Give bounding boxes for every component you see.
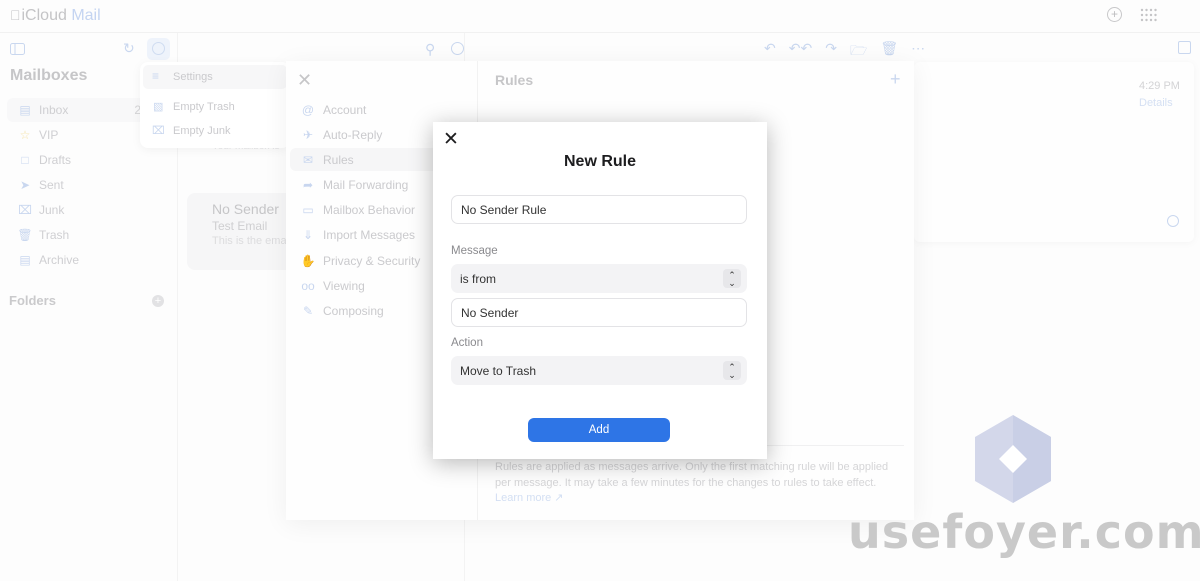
trash-icon: ▧: [153, 101, 164, 113]
filter-icon[interactable]: [451, 42, 464, 55]
add-rule-icon[interactable]: +: [890, 69, 901, 90]
popover-item-label: Empty Trash: [173, 101, 235, 113]
popover-item-label: Empty Junk: [173, 125, 231, 137]
settings-nav-label: Mailbox Behavior: [323, 202, 416, 217]
apple-icon: : [10, 7, 21, 23]
settings-nav-account[interactable]: @ Account: [290, 98, 474, 121]
compose-icon: ✎: [302, 303, 314, 318]
more-icon[interactable]: [1167, 215, 1179, 227]
settings-nav-label: Viewing: [323, 278, 365, 293]
dialog-title: New Rule: [563, 153, 636, 170]
app-logo: iCloud Mail: [10, 7, 101, 25]
inbox-icon: ▤: [19, 103, 31, 117]
sidebar-item-label: Inbox: [39, 103, 69, 117]
message-subject: Test Email: [212, 219, 268, 233]
condition-target-input[interactable]: No Sender: [451, 298, 747, 327]
hand-icon: ✋: [300, 253, 316, 268]
sidebar-item-label: VIP: [39, 128, 59, 142]
sidebar-item-drafts[interactable]: □ Drafts: [7, 148, 167, 172]
watermark-text: usefoyer.com: [848, 505, 1200, 559]
settings-nav-label: Import Messages: [323, 227, 416, 242]
paper-plane-icon: ➤: [19, 178, 31, 192]
settings-nav-label: Composing: [323, 303, 384, 318]
trash-icon: 🗑: [17, 228, 33, 242]
brand-suffix: Mail: [60, 7, 100, 24]
settings-nav-label: Rules: [323, 152, 354, 167]
condition-target-value: No Sender: [461, 305, 519, 320]
popover-item-label: Settings: [173, 71, 213, 83]
action-select[interactable]: Move to Trash ⌃ ⌄: [451, 356, 747, 385]
popover-item-empty-trash[interactable]: ▧ Empty Trash: [143, 98, 287, 118]
list-icon: ≡: [152, 69, 160, 83]
top-bar: iCloud Mail +: [0, 0, 1200, 33]
details-link[interactable]: Details: [1139, 97, 1173, 109]
sidebar-toggle-icon[interactable]: [10, 43, 25, 55]
plane-icon: ✈: [302, 127, 314, 142]
folder-icon: ▭: [302, 202, 314, 217]
learn-more-link[interactable]: Learn more ↗: [495, 491, 564, 504]
brand-prefix: iCloud: [11, 7, 67, 24]
add-folder-icon[interactable]: +: [152, 295, 164, 307]
compose-icon[interactable]: [1178, 41, 1191, 54]
action-label: Action: [451, 337, 483, 349]
action-value: Move to Trash: [460, 363, 537, 378]
settings-close-icon[interactable]: ✕: [297, 70, 312, 91]
gear-icon: [152, 42, 165, 55]
message-time: 4:29 PM: [1139, 80, 1180, 92]
settings-nav-label: Mail Forwarding: [323, 177, 409, 192]
rules-icon: ✉: [302, 152, 314, 167]
refresh-icon[interactable]: ↻: [123, 40, 135, 57]
chevron-up-down-icon: ⌃ ⌄: [723, 361, 741, 380]
add-button[interactable]: Add: [528, 418, 670, 442]
rule-name-input[interactable]: No Sender Rule: [451, 195, 747, 224]
import-icon: ⇓: [302, 227, 314, 242]
document-icon: □: [21, 153, 29, 167]
forward-icon: ➦: [302, 177, 314, 192]
settings-button[interactable]: [147, 38, 170, 60]
message-sender: No Sender: [212, 201, 279, 217]
reader-message-card: 4:29 PM Details: [914, 62, 1194, 242]
app-grid-icon[interactable]: [1140, 8, 1157, 22]
sidebar-item-trash[interactable]: 🗑 Trash: [7, 223, 167, 247]
search-icon[interactable]: ⚲: [425, 41, 435, 58]
watermark-logo-icon: [975, 415, 1051, 503]
popover-item-settings[interactable]: ≡ Settings: [143, 65, 287, 89]
folders-title: Folders: [9, 293, 56, 308]
sidebar-item-junk[interactable]: ⌧ Junk: [7, 198, 167, 222]
close-icon[interactable]: ✕: [442, 130, 460, 149]
star-icon: ☆: [19, 128, 31, 142]
rules-title: Rules: [495, 72, 534, 88]
chevron-up-down-icon: ⌃ ⌄: [723, 269, 741, 288]
sidebar-item-archive[interactable]: ▤ Archive: [7, 248, 167, 272]
condition-value: is from: [460, 271, 496, 286]
junk-icon: ⌧: [18, 203, 32, 217]
rules-footer-text: Rules are applied as messages arrive. On…: [495, 461, 889, 489]
glasses-icon: oo: [301, 278, 315, 293]
junk-icon: ⌧: [152, 125, 165, 137]
archive-icon: ▤: [19, 253, 31, 267]
settings-popover: ≡ Settings ▧ Empty Trash ⌧ Empty Junk: [140, 62, 290, 148]
settings-nav-label: Privacy & Security: [323, 253, 421, 268]
condition-select[interactable]: is from ⌃ ⌄: [451, 264, 747, 293]
sidebar-item-label: Sent: [39, 178, 64, 192]
sidebar-item-label: Junk: [39, 203, 65, 217]
settings-nav-label: Auto-Reply: [323, 127, 383, 142]
rule-name-value: No Sender Rule: [461, 202, 547, 217]
new-rule-dialog: ✕ New Rule No Sender Rule Message is fro…: [433, 122, 767, 459]
sidebar-item-label: Archive: [39, 253, 80, 267]
sidebar-item-label: Drafts: [39, 153, 72, 167]
sidebar-item-label: Trash: [39, 228, 70, 242]
message-label: Message: [451, 245, 498, 257]
mailboxes-title: Mailboxes: [10, 67, 88, 84]
settings-nav-label: Account: [323, 102, 367, 117]
sidebar-item-sent[interactable]: ➤ Sent: [7, 173, 167, 197]
plus-circle-icon[interactable]: +: [1107, 7, 1122, 22]
at-icon: @: [301, 102, 315, 117]
popover-item-empty-junk[interactable]: ⌧ Empty Junk: [143, 122, 287, 142]
